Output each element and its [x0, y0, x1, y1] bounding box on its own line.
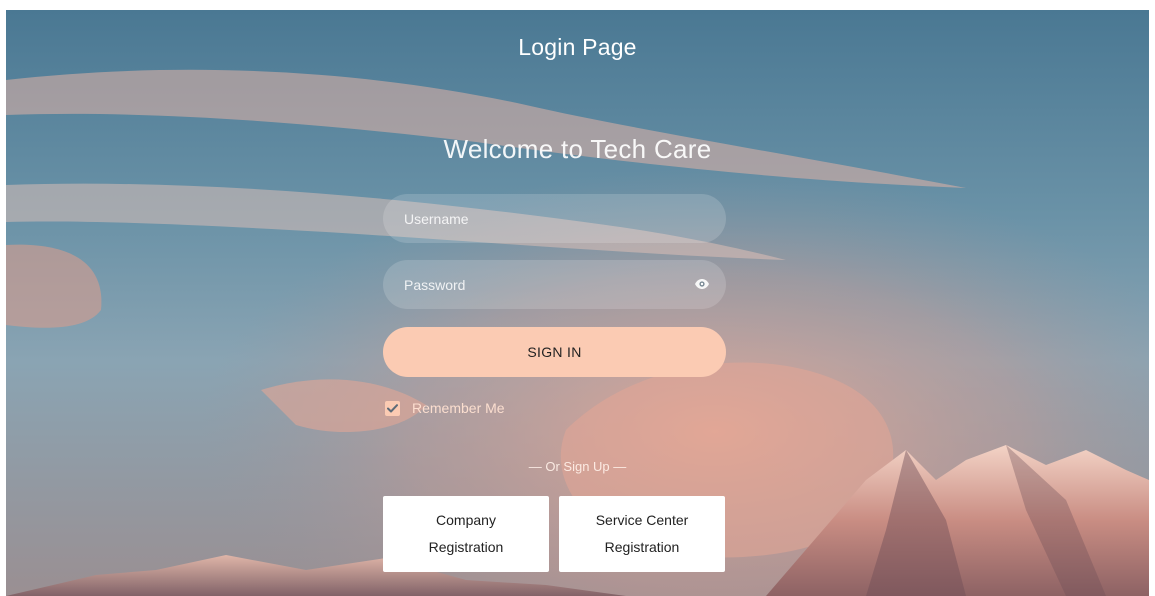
sign-in-button[interactable]: SIGN IN	[383, 327, 726, 377]
company-registration-line1: Company	[436, 512, 496, 528]
service-center-registration-line1: Service Center	[595, 512, 689, 528]
checkmark-icon	[387, 403, 398, 412]
remember-me-checkbox[interactable]: Remember Me	[385, 399, 505, 417]
service-center-registration-line2: Registration	[604, 539, 680, 555]
remember-me-label: Remember Me	[412, 400, 505, 416]
checkbox-checked-icon[interactable]	[385, 400, 400, 416]
login-content: Login Page Welcome to Tech Care SIGN IN …	[6, 10, 1149, 596]
eye-icon[interactable]	[694, 277, 710, 291]
password-field	[383, 260, 726, 309]
service-center-registration-button[interactable]: Service Center Registration	[559, 496, 725, 572]
company-registration-line2: Registration	[428, 539, 504, 555]
welcome-heading: Welcome to Tech Care	[443, 134, 712, 164]
company-registration-button[interactable]: Company Registration	[383, 496, 549, 572]
password-input[interactable]	[383, 260, 726, 309]
username-input[interactable]	[383, 194, 726, 243]
or-sign-up-divider: — Or Sign Up —	[528, 459, 627, 474]
username-field	[383, 194, 726, 243]
login-page: Login Page Welcome to Tech Care SIGN IN …	[6, 10, 1149, 596]
page-title: Login Page	[518, 34, 637, 60]
